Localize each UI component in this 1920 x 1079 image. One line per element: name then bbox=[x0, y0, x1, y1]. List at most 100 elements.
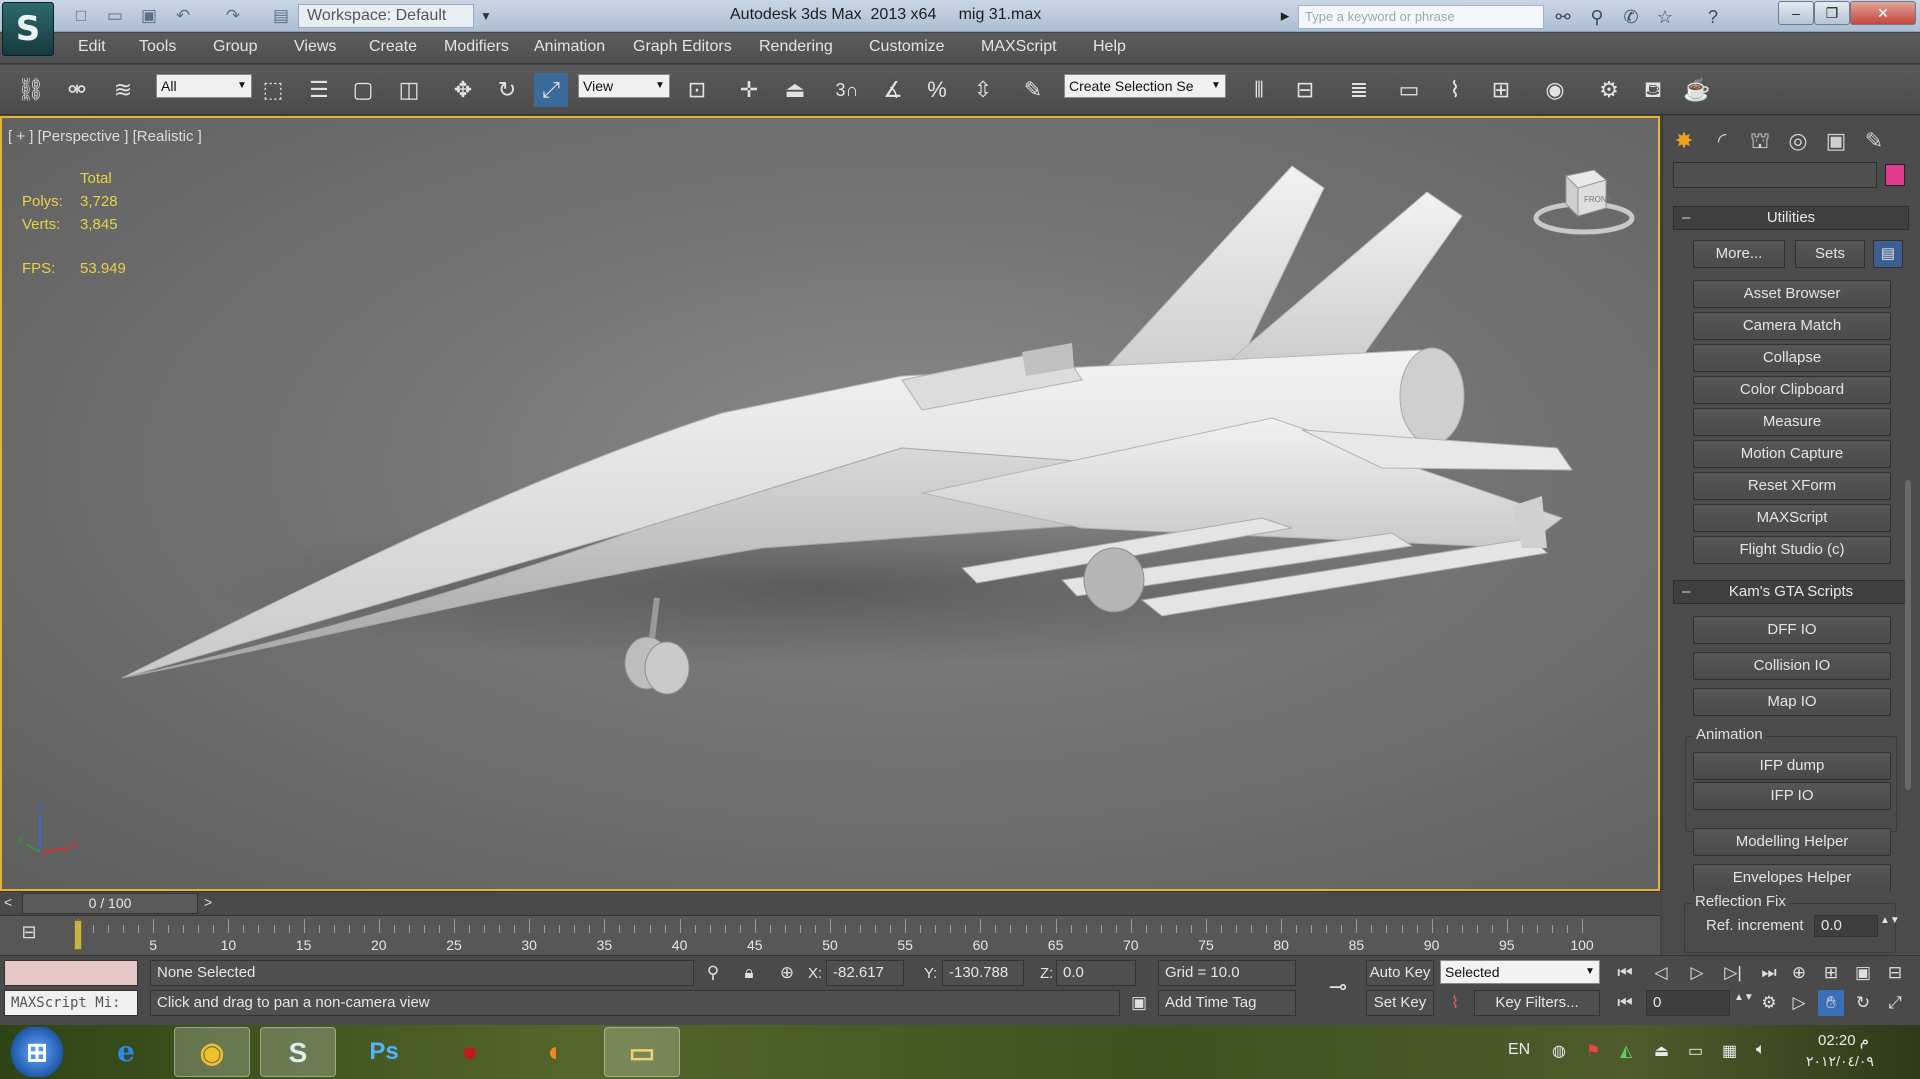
orbit-icon[interactable]: ↻ bbox=[1850, 990, 1876, 1016]
select-object-icon[interactable]: ⬚ bbox=[256, 73, 290, 107]
object-name-field[interactable] bbox=[1673, 162, 1877, 188]
maxscript-button[interactable]: MAXScript bbox=[1693, 504, 1891, 532]
utilities-tab-icon[interactable]: ✎ bbox=[1857, 124, 1891, 158]
auto-key-button[interactable]: Auto Key bbox=[1366, 960, 1434, 986]
sets-button[interactable]: Sets bbox=[1795, 240, 1865, 268]
maxscript-listener-red[interactable] bbox=[4, 960, 138, 986]
firefox-icon[interactable]: ◐ bbox=[518, 1027, 594, 1077]
x-coordinate-field[interactable]: -82.617 bbox=[826, 960, 904, 986]
clock-time[interactable]: 02:20 م bbox=[1818, 1031, 1869, 1049]
envelopes-helper-button[interactable]: Envelopes Helper bbox=[1693, 864, 1891, 892]
ifp-io-button[interactable]: IFP IO bbox=[1693, 782, 1891, 810]
start-button-icon[interactable]: ⊞ bbox=[2, 1027, 72, 1077]
ref-increment-spinner[interactable]: 0.0 bbox=[1814, 915, 1878, 937]
workspace-dropdown[interactable]: Workspace: Default bbox=[298, 4, 474, 28]
search-expand-icon[interactable]: ▸ bbox=[1274, 6, 1296, 26]
rectangular-selection-icon[interactable]: ▢ bbox=[346, 73, 380, 107]
communication-center-icon[interactable]: ✆ bbox=[1618, 5, 1644, 29]
open-icon[interactable]: ▭ bbox=[104, 6, 126, 26]
workspace-arrow-icon[interactable]: ▼ bbox=[476, 6, 496, 26]
display-icon[interactable]: ▭ bbox=[1688, 1041, 1703, 1061]
key-mode-toggle-icon[interactable]: ⏮ bbox=[1612, 990, 1638, 1016]
layer-manager-icon[interactable]: ≣ bbox=[1342, 73, 1376, 107]
menu-group[interactable]: Group bbox=[213, 38, 257, 56]
object-color-swatch[interactable] bbox=[1885, 164, 1905, 186]
create-tab-icon[interactable]: ✸ bbox=[1667, 124, 1701, 158]
map-io-button[interactable]: Map IO bbox=[1693, 688, 1891, 716]
save-icon[interactable]: ▣ bbox=[138, 6, 160, 26]
zoom-extents-all-icon[interactable]: ⊟ bbox=[1882, 960, 1908, 986]
modify-tab-icon[interactable]: ◜ bbox=[1705, 124, 1739, 158]
motion-tab-icon[interactable]: ◎ bbox=[1781, 124, 1815, 158]
add-time-tag-button[interactable]: Add Time Tag bbox=[1158, 990, 1296, 1016]
previous-frame-icon[interactable]: ◁ bbox=[1648, 960, 1674, 986]
network-monitor-icon[interactable]: ▦ bbox=[1722, 1041, 1737, 1061]
goto-end-icon[interactable]: ⏭ bbox=[1756, 960, 1782, 986]
selection-filter-dropdown[interactable]: All ▼ bbox=[156, 74, 252, 98]
z-coordinate-field[interactable]: 0.0 bbox=[1056, 960, 1136, 986]
rotate-icon[interactable]: ↻ bbox=[490, 73, 524, 107]
search-input[interactable]: Type a keyword or phrase bbox=[1298, 5, 1544, 29]
project-folder-icon[interactable]: ▤ bbox=[270, 6, 292, 26]
menu-maxscript[interactable]: MAXScript bbox=[981, 38, 1057, 56]
key-filters-button[interactable]: Key Filters... bbox=[1474, 990, 1600, 1016]
menu-tools[interactable]: Tools bbox=[139, 38, 176, 56]
maxscript-mini-listener[interactable]: MAXScript Mi: bbox=[4, 990, 138, 1016]
minimize-button[interactable]: – bbox=[1778, 1, 1814, 25]
3ds-max-taskbar-icon[interactable]: S bbox=[260, 1027, 336, 1077]
set-keys-icon[interactable]: ⌇ bbox=[1442, 990, 1468, 1016]
display-tab-icon[interactable]: ▣ bbox=[1819, 124, 1853, 158]
language-indicator[interactable]: EN bbox=[1508, 1041, 1530, 1059]
clock-date[interactable]: ٢٠١٢/٠٤/٠٩ bbox=[1806, 1053, 1874, 1070]
time-configuration-icon[interactable]: ⚙ bbox=[1756, 990, 1782, 1016]
zoom-icon[interactable]: ⊕ bbox=[1786, 960, 1812, 986]
track-bar[interactable]: ⊟ 5 10 15 20 25 30 35 40 45 50 55 60 65 70 75 80 85 90 95 1… bbox=[0, 915, 1660, 955]
pan-view-icon[interactable]: ✋︎ bbox=[1818, 990, 1844, 1016]
frame-spinner-arrows-icon[interactable]: ▲▼ bbox=[1734, 992, 1754, 1003]
application-menu-button[interactable]: S bbox=[2, 2, 54, 56]
current-frame-field[interactable]: 0 bbox=[1646, 990, 1730, 1016]
named-selection-dropdown[interactable]: Create Selection Se ▼ bbox=[1064, 74, 1226, 98]
align-icon[interactable]: ⊟ bbox=[1288, 73, 1322, 107]
reset-xform-button[interactable]: Reset XForm bbox=[1693, 472, 1891, 500]
render-production-icon[interactable]: ☕ bbox=[1680, 73, 1714, 107]
spinner-snap-icon[interactable]: ⇳ bbox=[966, 73, 1000, 107]
asset-browser-button[interactable]: Asset Browser bbox=[1693, 280, 1891, 308]
unlink-icon[interactable]: ⚮ bbox=[60, 73, 94, 107]
pivot-center-icon[interactable]: ⊡ bbox=[680, 73, 714, 107]
menu-edit[interactable]: Edit bbox=[78, 38, 106, 56]
configure-sets-icon[interactable]: ▤ bbox=[1873, 240, 1903, 268]
menu-views[interactable]: Views bbox=[294, 38, 336, 56]
menu-rendering[interactable]: Rendering bbox=[759, 38, 833, 56]
schematic-view-icon[interactable]: ⊞ bbox=[1484, 73, 1518, 107]
camera-match-button[interactable]: Camera Match bbox=[1693, 312, 1891, 340]
close-button[interactable]: ✕ bbox=[1850, 1, 1916, 25]
default-in-out-tangent-key-icon[interactable]: ⊸ bbox=[1318, 974, 1358, 1000]
kams-gta-scripts-header[interactable]: – Kam's GTA Scripts bbox=[1673, 580, 1909, 604]
rendered-frame-window-icon[interactable]: ⛾ bbox=[1636, 73, 1670, 107]
menu-animation[interactable]: Animation bbox=[534, 38, 605, 56]
utilities-rollout-header[interactable]: – Utilities bbox=[1673, 206, 1909, 230]
red-app-icon[interactable]: ● bbox=[432, 1027, 508, 1077]
set-key-button[interactable]: Set Key bbox=[1366, 990, 1434, 1016]
modelling-helper-button[interactable]: Modelling Helper bbox=[1693, 828, 1891, 856]
internet-explorer-icon[interactable]: e bbox=[88, 1027, 164, 1077]
file-explorer-icon[interactable]: ▭ bbox=[604, 1027, 680, 1077]
usb-device-icon[interactable]: ⏏ bbox=[1654, 1041, 1669, 1061]
selection-lock-icon[interactable]: 🔒︎ bbox=[736, 960, 762, 986]
y-coordinate-field[interactable]: -130.788 bbox=[942, 960, 1024, 986]
favorites-star-icon[interactable]: ☆ bbox=[1652, 5, 1678, 29]
redo-icon[interactable]: ↷ bbox=[222, 6, 244, 26]
new-icon[interactable]: □ bbox=[70, 6, 92, 26]
menu-customize[interactable]: Customize bbox=[869, 38, 945, 56]
measure-button[interactable]: Measure bbox=[1693, 408, 1891, 436]
current-frame-marker[interactable] bbox=[74, 920, 82, 950]
field-of-view-icon[interactable]: ▷ bbox=[1786, 990, 1812, 1016]
reference-coordinate-dropdown[interactable]: View ▼ bbox=[578, 74, 670, 98]
move-icon[interactable]: ✥ bbox=[446, 73, 480, 107]
window-crossing-icon[interactable]: ◫ bbox=[392, 73, 426, 107]
zoom-extents-icon[interactable]: ▣ bbox=[1850, 960, 1876, 986]
next-frame-arrow-icon[interactable]: > bbox=[204, 894, 212, 910]
menu-help[interactable]: Help bbox=[1093, 38, 1126, 56]
perspective-viewport[interactable]: [ + ] [Perspective ] [Realistic ] Total … bbox=[0, 116, 1660, 891]
